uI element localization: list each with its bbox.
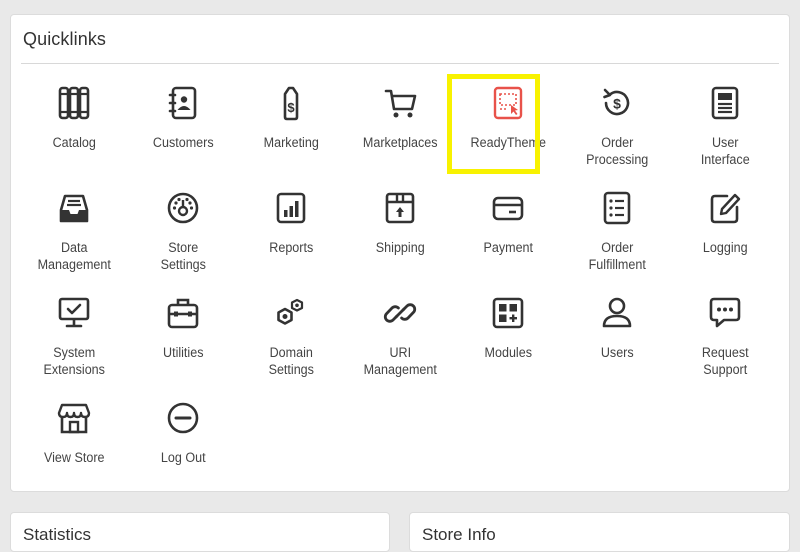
log-out-icon	[167, 402, 199, 434]
quicklink-domain-settings[interactable]: Domain Settings	[237, 289, 346, 394]
quicklink-label: Users	[600, 345, 634, 360]
quicklink-customers[interactable]: Customers	[129, 79, 238, 184]
quicklink-readytheme[interactable]: ReadyTheme	[447, 74, 563, 184]
quicklink-marketplaces[interactable]: Marketplaces	[346, 79, 455, 184]
quicklink-label: ReadyTheme	[470, 135, 546, 150]
readytheme-icon	[494, 86, 523, 120]
user-interface-icon	[711, 86, 739, 120]
quicklink-reports[interactable]: Reports	[237, 184, 346, 289]
quicklink-data-management[interactable]: Data Management	[20, 184, 129, 289]
quicklink-label: User Interface	[700, 135, 750, 167]
request-support-icon	[709, 297, 741, 328]
quicklink-uri-management[interactable]: URI Management	[346, 289, 455, 394]
quicklink-log-out[interactable]: Log Out	[129, 394, 238, 499]
quicklink-catalog[interactable]: Catalog	[20, 79, 129, 184]
quicklink-view-store[interactable]: View Store	[20, 394, 129, 499]
quicklink-label: Marketplaces	[362, 135, 438, 150]
quicklink-label: Domain Settings	[268, 345, 314, 377]
store-settings-icon	[167, 192, 199, 224]
quicklink-modules[interactable]: Modules	[454, 289, 563, 394]
panel-divider	[21, 63, 779, 64]
quicklinks-grid: Catalog Customers $ Marketing Marketplac…	[20, 74, 780, 499]
payment-icon	[492, 196, 524, 221]
svg-text:$: $	[288, 100, 296, 115]
quicklink-label: Log Out	[160, 450, 206, 465]
users-icon	[602, 297, 632, 328]
quicklink-label: Payment	[483, 240, 534, 255]
modules-icon	[492, 297, 524, 329]
marketing-tag-icon: $	[283, 86, 299, 121]
quicklink-label: Request Support	[701, 345, 749, 377]
quicklink-label: Order Processing	[585, 135, 648, 167]
quicklink-label: Utilities	[162, 345, 203, 360]
quicklink-label: System Extensions	[43, 345, 105, 377]
quicklink-label: Shipping	[375, 240, 425, 255]
utilities-icon	[167, 298, 199, 329]
quicklink-label: Logging	[702, 240, 748, 255]
cart-icon	[384, 89, 417, 118]
statistics-card: Statistics	[10, 512, 390, 552]
order-processing-icon: $	[602, 88, 630, 116]
catalog-icon	[58, 86, 90, 120]
statistics-card-title: Statistics	[23, 525, 92, 544]
quicklink-logging[interactable]: Logging	[671, 184, 780, 289]
quicklink-label: Modules	[484, 345, 532, 360]
quicklink-label: View Store	[43, 450, 105, 465]
reports-icon	[276, 192, 306, 224]
quicklink-label: Order Fulfillment	[588, 240, 646, 272]
quicklink-label: URI Management	[363, 345, 437, 377]
quicklink-label: Customers	[152, 135, 214, 150]
system-extensions-icon	[58, 297, 90, 328]
panel-title: Quicklinks	[23, 29, 107, 49]
quicklink-label: Marketing	[263, 135, 319, 150]
uri-management-icon	[383, 303, 416, 323]
svg-text:$: $	[613, 96, 621, 112]
data-management-icon	[59, 194, 89, 223]
store-info-card: Store Info	[409, 512, 790, 552]
quicklink-label: Catalog	[52, 135, 96, 150]
quicklink-label: Data Management	[37, 240, 111, 272]
quicklink-payment[interactable]: Payment	[454, 184, 563, 289]
quicklinks-panel: Quicklinks Catalog Customers $ Marketing…	[10, 14, 790, 492]
shipping-icon	[385, 192, 415, 224]
view-store-icon	[58, 403, 91, 434]
quicklink-order-fulfillment[interactable]: Order Fulfillment	[563, 184, 672, 289]
quicklink-marketing[interactable]: $ Marketing	[237, 79, 346, 184]
quicklink-request-support[interactable]: Request Support	[671, 289, 780, 394]
quicklink-order-processing[interactable]: $ Order Processing	[563, 79, 672, 184]
quicklink-shipping[interactable]: Shipping	[346, 184, 455, 289]
quicklink-label: Reports	[269, 240, 314, 255]
quicklink-users[interactable]: Users	[563, 289, 672, 394]
quicklink-utilities[interactable]: Utilities	[129, 289, 238, 394]
quicklink-user-interface[interactable]: User Interface	[671, 79, 780, 184]
customers-icon	[168, 86, 197, 120]
domain-settings-icon	[277, 298, 304, 325]
quicklink-system-extensions[interactable]: System Extensions	[20, 289, 129, 394]
quicklink-store-settings[interactable]: Store Settings	[129, 184, 238, 289]
logging-icon	[710, 193, 741, 224]
quicklink-label: Store Settings	[160, 240, 206, 272]
store-info-card-title: Store Info	[422, 525, 496, 544]
order-fulfillment-icon	[603, 191, 631, 225]
